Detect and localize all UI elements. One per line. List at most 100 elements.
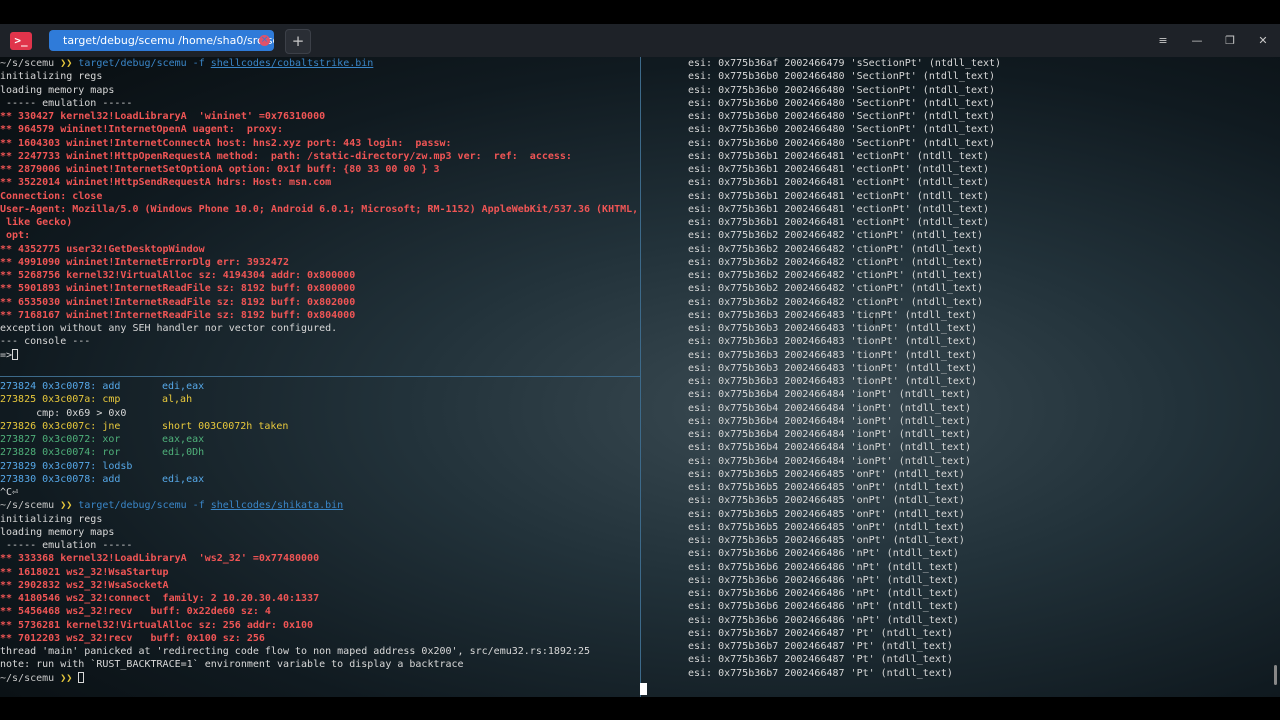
register-trace-line: esi: 0x775b36b1 2002466481 'ectionPt' (n… — [688, 190, 990, 202]
register-trace-line: esi: 0x775b36b5 2002466485 'onPt' (ntdll… — [688, 482, 965, 493]
register-trace-line: esi: 0x775b36b3 2002466483 'tionPt' (ntd… — [688, 376, 977, 387]
register-trace-line: esi: 0x775b36b7 2002466487 'Pt' (ntdll_t… — [688, 627, 953, 639]
api-call-line: opt: — [0, 230, 31, 242]
register-trace-line: esi: 0x775b36b5 2002466485 'onPt' (ntdll… — [688, 535, 965, 546]
output-line: initializing regs — [0, 71, 103, 83]
disasm-operands: edi,0Dh — [162, 447, 205, 459]
register-trace-line: esi: 0x775b36b3 2002466483 'tionPt' (ntd… — [688, 309, 977, 321]
close-window-icon[interactable]: ✕ — [1255, 33, 1271, 49]
disasm-line: 273830 0x3c0078: add edi,eax — [0, 473, 640, 486]
register-trace-line: esi: 0x775b36b5 2002466485 'onPt' (ntdll… — [688, 521, 965, 533]
new-tab-button[interactable]: + — [285, 29, 311, 54]
api-call-line: ** 4352775 user32!GetDesktopWindow — [0, 243, 205, 255]
terminal-area[interactable]: ~/s/scemu ❯❯ target/debug/scemu -f shell… — [0, 57, 1280, 697]
register-trace-line: esi: 0x775b36b6 2002466486 'nPt' (ntdll_… — [688, 561, 959, 573]
output-line: thread 'main' panicked at 'redirecting c… — [0, 646, 591, 657]
console-prompt-line[interactable]: => — [0, 349, 640, 362]
api-call-line: ** 3522014 wininet!HttpSendRequestA hdrs… — [0, 177, 332, 189]
hamburger-menu-icon[interactable]: ≡ — [1155, 33, 1171, 49]
api-call-line: ** 7168167 wininet!InternetReadFile sz: … — [0, 309, 356, 321]
register-trace-line: esi: 0x775b36b1 2002466481 'ectionPt' (n… — [688, 177, 990, 189]
final-prompt-line[interactable]: ~/s/scemu ❯❯ — [0, 672, 640, 685]
register-trace-line: esi: 0x775b36b6 2002466486 'nPt' (ntdll_… — [688, 588, 959, 599]
register-trace-line: esi: 0x775b36b3 2002466483 'tionPt' (ntd… — [688, 362, 977, 374]
api-call-line: ** 4180546 ws2_32!connect family: 2 10.2… — [0, 593, 320, 604]
maximize-icon[interactable]: ❐ — [1222, 33, 1238, 49]
api-call-line: ** 330427 kernel32!LoadLibraryA 'wininet… — [0, 111, 326, 122]
console-prompt: => — [0, 349, 13, 361]
register-trace-line: esi: 0x775b36b4 2002466484 'ionPt' (ntdl… — [688, 455, 971, 467]
register-trace-line: esi: 0x775b36b0 2002466480 'SectionPt' (… — [688, 84, 996, 96]
block-cursor — [640, 683, 647, 695]
output-line: exception without any SEH handler nor ve… — [0, 323, 338, 334]
interrupt-line: ^C⏎ — [0, 487, 19, 498]
tab-title: target/debug/scemu /home/sha0/src/scemu — [63, 34, 274, 47]
register-trace-line: esi: 0x775b36b4 2002466484 'ionPt' (ntdl… — [688, 402, 971, 414]
register-trace-line: esi: 0x775b36b3 2002466483 'tionPt' (ntd… — [688, 349, 977, 361]
register-trace-line: esi: 0x775b36b0 2002466480 'SectionPt' (… — [688, 124, 996, 136]
api-call-line: ** 333368 kernel32!LoadLibraryA 'ws2_32'… — [0, 553, 320, 565]
register-trace-line: esi: 0x775b36b7 2002466487 'Pt' (ntdll_t… — [688, 667, 953, 679]
api-call-line: ** 2879006 wininet!InternetSetOptionA op… — [0, 164, 440, 175]
output-line: --- console --- — [0, 336, 91, 348]
register-trace-line: esi: 0x775b36b4 2002466484 'ionPt' (ntdl… — [688, 442, 971, 454]
disasm-operands: edi,eax — [162, 473, 205, 485]
register-trace-line: esi: 0x775b36b6 2002466486 'nPt' (ntdll_… — [688, 614, 959, 626]
pane-bottom-left[interactable]: 273824 0x3c0078: add edi,eax 273825 0x3c00… — [0, 377, 640, 697]
register-trace-line: esi: 0x775b36b2 2002466482 'ctionPt' (nt… — [688, 243, 984, 255]
pane-divider-vertical[interactable] — [640, 57, 641, 697]
prompt-line: ~/s/scemu ❯❯ target/debug/scemu -f shell… — [0, 499, 640, 512]
scrollbar-thumb[interactable] — [1274, 665, 1277, 685]
api-call-line: ** 1618021 ws2_32!WsaStartup — [0, 566, 169, 578]
terminal-app-icon[interactable]: >_ — [10, 32, 32, 50]
prompt-path: ~/s/scemu — [0, 672, 55, 684]
command-file-link[interactable]: shellcodes/cobaltstrike.bin — [211, 58, 374, 69]
output-line: ----- emulation ----- — [0, 97, 133, 109]
command-file-link[interactable]: shellcodes/shikata.bin — [211, 500, 343, 511]
command-text: target/debug/scemu -f — [78, 500, 211, 512]
disasm-line: 273824 0x3c0078: add edi,eax — [0, 380, 640, 393]
mouse-ibeam-cursor: I — [872, 313, 876, 328]
register-trace-line: esi: 0x775b36b4 2002466484 'ionPt' (ntdl… — [688, 389, 971, 401]
prompt-path: ~/s/scemu — [0, 58, 55, 69]
register-trace-line: esi: 0x775b36b7 2002466487 'Pt' (ntdll_t… — [688, 654, 953, 666]
register-trace-line: esi: 0x775b36b2 2002466482 'ctionPt' (nt… — [688, 296, 984, 308]
minimize-icon[interactable]: — — [1189, 33, 1205, 49]
text-cursor — [12, 349, 19, 360]
api-call-line: ** 5736281 kernel32!VirtualAlloc sz: 256… — [0, 619, 314, 631]
register-trace-line: esi: 0x775b36b0 2002466480 'SectionPt' (… — [688, 71, 996, 83]
disasm-instruction: 273828 0x3c0074: ror — [0, 447, 121, 459]
register-trace-line: esi: 0x775b36b1 2002466481 'ectionPt' (n… — [688, 164, 990, 175]
register-trace-line: esi: 0x775b36b6 2002466486 'nPt' (ntdll_… — [688, 601, 959, 613]
register-trace-line: esi: 0x775b36b3 2002466483 'tionPt' (ntd… — [688, 323, 977, 334]
api-call-line: ** 2247733 wininet!HttpOpenRequestA meth… — [0, 150, 572, 162]
api-call-line: Connection: close — [0, 190, 103, 202]
register-trace-line: esi: 0x775b36b2 2002466482 'ctionPt' (nt… — [688, 283, 984, 295]
pane-right[interactable]: esi: 0x775b36af 2002466479 'sSectionPt' … — [642, 57, 1280, 697]
register-trace-line: esi: 0x775b36b6 2002466486 'nPt' (ntdll_… — [688, 574, 959, 586]
register-trace-line: esi: 0x775b36b1 2002466481 'ectionPt' (n… — [688, 150, 990, 162]
register-trace-line: esi: 0x775b36b4 2002466484 'ionPt' (ntdl… — [688, 415, 971, 427]
output-line: ----- emulation ----- — [0, 540, 133, 551]
disasm-instruction: 273829 0x3c0077: lodsb — [0, 460, 133, 472]
disasm-line: 273827 0x3c0072: xor eax,eax — [0, 433, 640, 446]
top-letterbox — [0, 0, 1280, 24]
tab-scemu[interactable]: target/debug/scemu /home/sha0/src/scemu … — [49, 30, 274, 51]
disasm-line: 273825 0x3c007a: cmp al,ah — [0, 393, 640, 406]
api-call-line: ** 5456468 ws2_32!recv buff: 0x22de60 sz… — [0, 606, 271, 618]
disasm-operands: edi,eax — [162, 381, 205, 392]
command-text: target/debug/scemu -f — [78, 58, 211, 69]
register-trace-line: esi: 0x775b36b5 2002466485 'onPt' (ntdll… — [688, 508, 965, 520]
register-trace-line: esi: 0x775b36b4 2002466484 'ionPt' (ntdl… — [688, 429, 971, 440]
output-line: loading memory maps — [0, 526, 115, 538]
register-trace-line: esi: 0x775b36b5 2002466485 'onPt' (ntdll… — [688, 495, 965, 507]
register-trace-line: esi: 0x775b36b1 2002466481 'ectionPt' (n… — [688, 203, 990, 215]
disasm-instruction: 273825 0x3c007a: cmp — [0, 394, 121, 406]
tab-close-icon[interactable]: × — [259, 35, 270, 46]
disasm-line: 273829 0x3c0077: lodsb — [0, 460, 640, 473]
terminal-titlebar: >_ target/debug/scemu /home/sha0/src/sce… — [0, 24, 1280, 57]
text-cursor — [78, 672, 85, 683]
pane-top-left[interactable]: ~/s/scemu ❯❯ target/debug/scemu -f shell… — [0, 57, 640, 375]
api-call-line: User-Agent: Mozilla/5.0 (Windows Phone 1… — [0, 203, 639, 215]
bottom-letterbox — [0, 697, 1280, 720]
